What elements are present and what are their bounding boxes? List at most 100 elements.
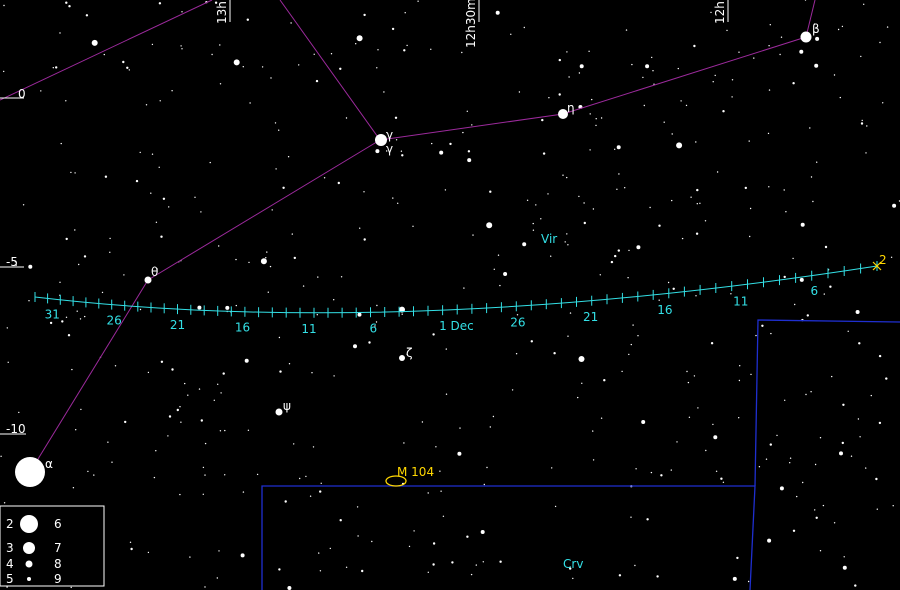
background-star — [750, 373, 752, 376]
object-track[interactable]: 31 26 21 16 11 6 1 Dec 26 21 16 11 6 2 — [34, 253, 887, 336]
background-star — [375, 149, 380, 154]
background-star — [758, 466, 761, 468]
background-star — [744, 186, 747, 190]
background-star — [84, 315, 86, 318]
background-star — [697, 407, 699, 409]
dec-label-10: -10 — [6, 422, 26, 436]
background-star — [445, 348, 447, 350]
background-star — [466, 110, 468, 113]
background-star — [219, 44, 221, 46]
background-star — [595, 124, 597, 127]
dec-label-5: -5 — [6, 255, 18, 269]
background-star — [67, 334, 71, 337]
background-star — [588, 50, 590, 52]
background-star — [660, 474, 663, 477]
background-star — [705, 449, 707, 452]
background-star — [809, 127, 811, 129]
background-star — [624, 187, 626, 189]
background-star — [219, 430, 222, 432]
background-star — [6, 327, 8, 329]
background-star — [187, 394, 189, 396]
background-star — [645, 64, 650, 69]
background-star — [713, 435, 718, 440]
background-star — [497, 254, 500, 256]
background-star — [270, 77, 272, 79]
background-star — [833, 522, 836, 524]
background-star — [275, 168, 277, 170]
background-star — [592, 430, 594, 432]
background-star — [368, 341, 371, 344]
background-star — [857, 418, 860, 420]
background-star — [78, 263, 80, 266]
background-star — [219, 83, 222, 85]
background-star — [589, 149, 591, 151]
background-star — [789, 457, 792, 459]
background-star — [511, 389, 514, 391]
background-star — [75, 429, 77, 431]
background-star — [583, 221, 586, 225]
background-star — [583, 202, 585, 204]
background-star — [124, 420, 127, 424]
background-star — [3, 502, 6, 504]
background-star — [649, 206, 651, 209]
background-star — [642, 76, 644, 79]
background-star — [167, 435, 169, 437]
background-star — [316, 314, 318, 316]
background-star — [427, 571, 429, 573]
background-star — [799, 277, 804, 282]
star-zeta-corvi[interactable] — [399, 355, 405, 361]
background-star — [768, 45, 770, 47]
label-zeta: ζ — [406, 346, 413, 360]
background-star — [892, 505, 894, 507]
background-star — [819, 550, 822, 552]
background-star — [403, 49, 406, 52]
constellation-name-corvus: Crv — [563, 557, 583, 571]
virgo-line-left — [0, 0, 213, 101]
background-star — [776, 434, 778, 437]
background-star — [353, 344, 357, 349]
background-star — [783, 189, 785, 191]
star-spica[interactable] — [15, 457, 45, 487]
background-star — [493, 268, 495, 270]
background-star — [68, 5, 71, 8]
constellation-lines — [0, 0, 816, 473]
background-star — [222, 372, 225, 375]
virgo-line-gamma-eta — [379, 113, 564, 141]
background-star — [656, 575, 659, 578]
star-beta-virginis[interactable] — [800, 31, 812, 43]
background-star — [794, 303, 796, 306]
background-star — [356, 506, 359, 508]
background-star — [457, 451, 462, 456]
background-star — [614, 148, 616, 150]
background-star — [293, 256, 296, 260]
background-star — [171, 90, 173, 92]
background-star — [266, 251, 268, 253]
sky-map[interactable]: 13h 12h30m 12h 0 -5 -10 β η γ γ θ ζ ψ α … — [0, 0, 900, 590]
background-star — [804, 0, 807, 1]
background-star — [540, 218, 542, 220]
background-star — [699, 202, 701, 204]
background-star — [271, 209, 273, 211]
background-star — [158, 166, 160, 168]
background-star — [671, 133, 673, 135]
background-star — [854, 584, 857, 587]
track-date-label: 1 Dec — [439, 319, 474, 333]
background-star — [59, 32, 61, 34]
background-star — [860, 122, 864, 125]
background-star — [578, 195, 580, 198]
background-star — [810, 176, 813, 178]
background-star — [651, 56, 653, 59]
background-star — [843, 556, 845, 558]
ra-label-13h: 13h — [215, 1, 229, 24]
background-star — [652, 70, 654, 72]
star-psi-virginis[interactable] — [275, 408, 283, 416]
background-star — [581, 382, 583, 384]
background-star — [542, 152, 546, 155]
background-star — [681, 237, 684, 240]
background-star — [345, 117, 348, 119]
sky-chart[interactable]: 13h 12h30m 12h 0 -5 -10 β η γ γ θ ζ ψ α … — [0, 0, 900, 590]
background-stars — [0, 0, 900, 590]
background-star — [600, 417, 603, 419]
background-star — [716, 171, 719, 173]
background-star — [339, 67, 342, 71]
